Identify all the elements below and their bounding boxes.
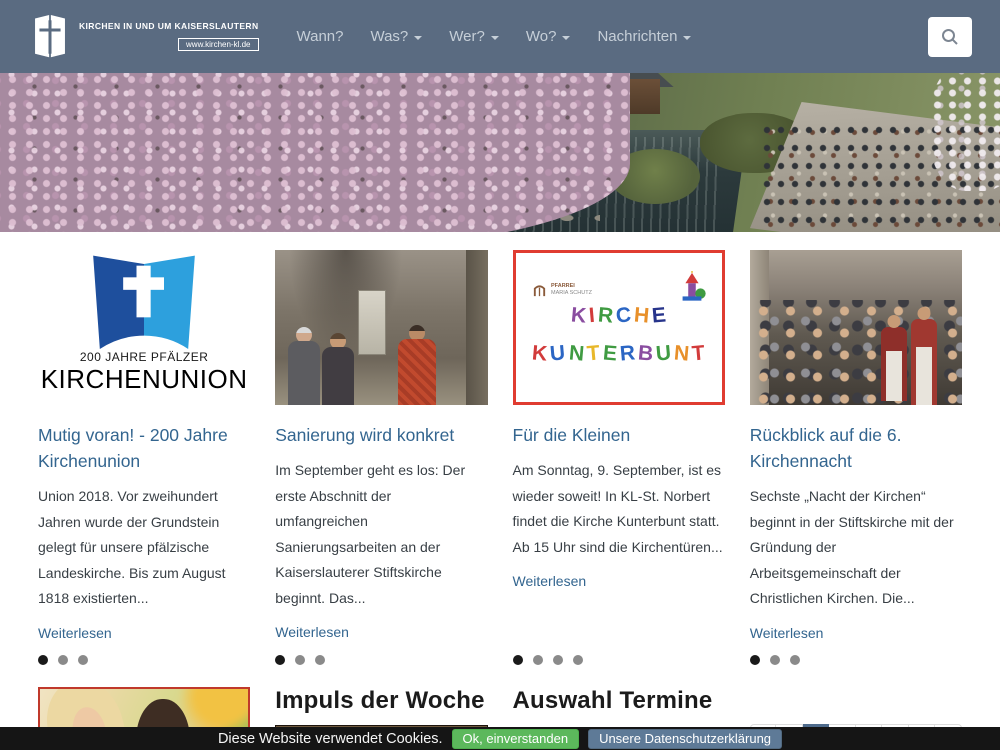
carousel-dot[interactable]: [533, 655, 543, 665]
logo-line2: KIRCHENUNION: [41, 364, 248, 395]
pfarrei-logo: PFARREI MARIA SCHUTZ: [532, 283, 592, 298]
kunterbunt-title-words: KIRCHE KUNTERBUNT: [516, 304, 722, 380]
carousel-dot-active[interactable]: [750, 655, 760, 665]
cookie-accept-button[interactable]: Ok, einverstanden: [452, 729, 580, 749]
cookie-banner: Diese Website verwendet Cookies. Ok, ein…: [0, 727, 1000, 750]
brand-text: KIRCHEN IN UND UM KAISERSLAUTERN www.kir…: [79, 21, 259, 52]
clergy-robe-shape: [911, 319, 937, 405]
brand-url-row: www.kirchen-kl.de: [79, 34, 259, 52]
search-button[interactable]: [928, 17, 972, 57]
pfarrei-line2: MARIA SCHUTZ: [551, 290, 592, 297]
nav-item-wer[interactable]: Wer?: [449, 28, 499, 45]
nav-item-label: Wann?: [297, 28, 344, 45]
site-logo[interactable]: KIRCHEN IN UND UM KAISERSLAUTERN www.kir…: [28, 12, 259, 62]
cookie-message: Diese Website verwendet Cookies.: [218, 731, 443, 747]
carousel-dot[interactable]: [553, 655, 563, 665]
white-blossom-shape: [930, 73, 1000, 191]
carousel-dot[interactable]: [295, 655, 305, 665]
termine-heading: Auswahl Termine: [513, 687, 725, 715]
stiftskirche-photo[interactable]: [275, 250, 487, 405]
carousel-dot-active[interactable]: [38, 655, 48, 665]
card-text: Am Sonntag, 9. September, ist es wieder …: [513, 458, 725, 560]
card-title[interactable]: Rückblick auf die 6. Kirchennacht: [750, 422, 962, 474]
kirchennacht-photo[interactable]: [750, 250, 962, 405]
readmore-link[interactable]: Weiterlesen: [513, 573, 725, 589]
child-drawing-church-icon: [677, 271, 707, 303]
carousel-dots: [275, 641, 487, 665]
readmore-link[interactable]: Weiterlesen: [38, 625, 250, 641]
hero-image: [0, 73, 1000, 232]
card-text: Sechste „Nacht der Kirchen“ beginnt in d…: [750, 484, 962, 612]
nav-item-wo[interactable]: Wo?: [526, 28, 571, 45]
nav-item-label: Wer?: [449, 28, 485, 45]
chevron-down-icon: [414, 36, 422, 40]
search-icon: [940, 27, 960, 47]
nav-item-was[interactable]: Was?: [370, 28, 422, 45]
card-text: Im September geht es los: Der erste Absc…: [275, 458, 487, 611]
nav-item-wann[interactable]: Wann?: [297, 28, 344, 45]
kirchenunion-logo-image[interactable]: 200 JAHRE PFÄLZER KIRCHENUNION: [38, 250, 250, 405]
carousel-dot[interactable]: [78, 655, 88, 665]
cherry-blossom-shape: [0, 73, 630, 232]
carousel-dot[interactable]: [58, 655, 68, 665]
kunterbunt-word: KUNTERBUNT: [516, 342, 722, 366]
carousel-dot[interactable]: [790, 655, 800, 665]
pfarrei-logo-text: PFARREI MARIA SCHUTZ: [551, 283, 592, 297]
carousel-dot[interactable]: [315, 655, 325, 665]
carousel-dots: [513, 641, 725, 665]
card-text: Union 2018. Vor zweihundert Jahren wurde…: [38, 484, 250, 612]
main-navigation: Wann? Was? Wer? Wo? Nachrichten: [297, 28, 692, 45]
nav-item-label: Was?: [370, 28, 408, 45]
church-cross-logo-icon: [28, 12, 72, 62]
carousel-dot[interactable]: [770, 655, 780, 665]
kirchenunion-book-cross-icon: [74, 254, 214, 354]
person-shape: [398, 325, 436, 405]
carousel-dots: [750, 641, 962, 665]
news-cards-row: 200 JAHRE PFÄLZER KIRCHENUNION Mutig vor…: [0, 232, 1000, 665]
nav-item-label: Nachrichten: [597, 28, 677, 45]
logo-line1: 200 JAHRE PFÄLZER: [80, 350, 209, 364]
brand-url: www.kirchen-kl.de: [178, 38, 258, 51]
chevron-down-icon: [491, 36, 499, 40]
readmore-link[interactable]: Weiterlesen: [750, 625, 962, 641]
main-content: 200 JAHRE PFÄLZER KIRCHENUNION Mutig vor…: [0, 232, 1000, 750]
carousel-dot-active[interactable]: [513, 655, 523, 665]
church-column-shape: [466, 250, 487, 405]
impuls-heading: Impuls der Woche: [275, 687, 487, 715]
kunterbunt-word: KIRCHE: [516, 304, 722, 328]
info-banner-shape: [358, 290, 386, 355]
readmore-link[interactable]: Weiterlesen: [275, 624, 487, 640]
top-navbar: KIRCHEN IN UND UM KAISERSLAUTERN www.kir…: [0, 0, 1000, 73]
person-shape: [322, 333, 354, 405]
card-title[interactable]: Mutig voran! - 200 Jahre Kirchenunion: [38, 422, 250, 474]
news-card-kunterbunt: PFARREI MARIA SCHUTZ KIRCHE KUNTERBUNT Fü…: [513, 250, 725, 665]
chevron-down-icon: [562, 36, 570, 40]
news-card-kirchennacht: Rückblick auf die 6. Kirchennacht Sechst…: [750, 250, 962, 665]
nav-item-nachrichten[interactable]: Nachrichten: [597, 28, 691, 45]
carousel-dot[interactable]: [573, 655, 583, 665]
card-title[interactable]: Für die Kleinen: [513, 422, 725, 448]
card-title[interactable]: Sanierung wird konkret: [275, 422, 487, 448]
person-shape: [288, 327, 320, 405]
carousel-dots: [38, 641, 250, 665]
chevron-down-icon: [683, 36, 691, 40]
kirche-kunterbunt-image[interactable]: PFARREI MARIA SCHUTZ KIRCHE KUNTERBUNT: [513, 250, 725, 405]
carousel-dot-active[interactable]: [275, 655, 285, 665]
brand-title: KIRCHEN IN UND UM KAISERSLAUTERN: [79, 21, 259, 31]
parish-arch-icon: [532, 283, 547, 298]
cookie-privacy-button[interactable]: Unsere Datenschutzerklärung: [588, 729, 782, 749]
news-card-sanierung: Sanierung wird konkret Im September geht…: [275, 250, 487, 665]
pfarrei-line1: PFARREI: [551, 283, 592, 290]
page: KIRCHEN IN UND UM KAISERSLAUTERN www.kir…: [0, 0, 1000, 750]
nav-item-label: Wo?: [526, 28, 557, 45]
news-card-kirchenunion: 200 JAHRE PFÄLZER KIRCHENUNION Mutig vor…: [38, 250, 250, 665]
clergy-robe-shape: [881, 327, 907, 401]
